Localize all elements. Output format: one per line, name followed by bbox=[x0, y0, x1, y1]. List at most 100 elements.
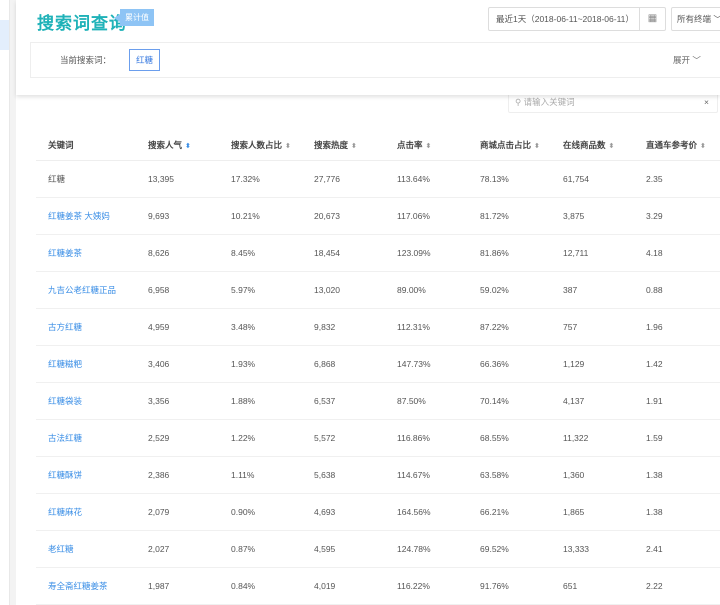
column-header: 关键词 bbox=[36, 130, 136, 161]
table-row: 红糖酥饼 2,386 1.11% 5,638 114.67% 63.58% 1,360 1.3… bbox=[36, 456, 720, 494]
table-cell: 20,673 bbox=[302, 197, 385, 235]
header-panel: 搜索词查询 累计值 最近1天（2018-06-11~2018-06-11） ▦ 所… bbox=[16, 0, 720, 95]
keyword-link[interactable]: 红糖糍粑 bbox=[48, 359, 82, 369]
table-cell: 13,395 bbox=[136, 160, 219, 198]
keyword-link[interactable]: 寿全斋红糖姜茶 bbox=[48, 581, 108, 591]
chevron-down-icon: ﹀ bbox=[692, 55, 701, 65]
sort-icon[interactable]: ⬍ bbox=[609, 143, 615, 150]
sort-icon[interactable]: ⬍ bbox=[185, 143, 191, 150]
column-header[interactable]: 在线商品数 ⬍ bbox=[551, 130, 634, 161]
search-placeholder: 请输入关键词 bbox=[523, 97, 575, 107]
table-cell: 112.31% bbox=[385, 308, 468, 346]
expand-button[interactable]: 展开 ﹀ bbox=[673, 54, 701, 66]
chevron-down-icon: ﹀ bbox=[713, 14, 720, 24]
column-header-label: 在线商品数 bbox=[563, 139, 606, 150]
table-cell: 2.41 bbox=[634, 530, 720, 568]
table-row: 古方红糖 4,959 3.48% 9,832 112.31% 87.22% 757 1.96 bbox=[36, 308, 720, 346]
keyword-link[interactable]: 古方红糖 bbox=[48, 322, 82, 332]
table-row: 红糖姜茶 8,626 8.45% 18,454 123.09% 81.86% 12,711 4… bbox=[36, 234, 720, 272]
table-cell: 0.84% bbox=[219, 567, 302, 605]
keyword-link[interactable]: 红糖酥饼 bbox=[48, 470, 82, 480]
table-cell: 6,958 bbox=[136, 271, 219, 309]
sort-icon[interactable]: ⬍ bbox=[700, 143, 706, 150]
table-cell: 13,333 bbox=[551, 530, 634, 568]
table-cell: 9,693 bbox=[136, 197, 219, 235]
table-cell: 81.72% bbox=[468, 197, 551, 235]
column-header[interactable]: 搜索人数占比 ⬍ bbox=[219, 130, 302, 161]
sort-icon[interactable]: ⬍ bbox=[285, 143, 291, 150]
table-cell: 387 bbox=[551, 271, 634, 309]
table-cell: 2,027 bbox=[136, 530, 219, 568]
current-keyword-chip[interactable]: 红糖 bbox=[129, 49, 160, 71]
column-header-label: 搜索人气 bbox=[148, 139, 183, 150]
table-cell: 1.91 bbox=[634, 382, 720, 420]
keyword-cell: 红糖袋装 bbox=[36, 382, 136, 420]
keyword-search-input[interactable]: ⚲ 请输入关键词 × bbox=[508, 92, 718, 113]
table-cell: 11,322 bbox=[551, 419, 634, 457]
table-cell: 10.21% bbox=[219, 197, 302, 235]
column-header-label: 商城点击占比 bbox=[480, 139, 532, 150]
table-cell: 3,356 bbox=[136, 382, 219, 420]
keyword-link[interactable]: 九吉公老红糖正品 bbox=[48, 285, 116, 295]
table-cell: 17.32% bbox=[219, 160, 302, 198]
cumulative-tag: 累计值 bbox=[114, 9, 154, 26]
table-cell: 2.22 bbox=[634, 567, 720, 605]
column-header[interactable]: 搜索热度 ⬍ bbox=[302, 130, 385, 161]
table-cell: 66.21% bbox=[468, 493, 551, 531]
column-header-label: 直通车参考价 bbox=[646, 139, 698, 150]
keyword-cell: 红糖糍粑 bbox=[36, 345, 136, 383]
expand-label: 展开 bbox=[673, 55, 691, 65]
table-cell: 757 bbox=[551, 308, 634, 346]
table-cell: 147.73% bbox=[385, 345, 468, 383]
table-cell: 1.22% bbox=[219, 419, 302, 457]
table-row: 红糖麻花 2,079 0.90% 4,693 164.56% 66.21% 1,865 1.3… bbox=[36, 493, 720, 531]
keyword-cell: 红糖酥饼 bbox=[36, 456, 136, 494]
table-cell: 1.38 bbox=[634, 493, 720, 531]
table-cell: 78.13% bbox=[468, 160, 551, 198]
keyword-cell: 红糖姜茶 大姨妈 bbox=[36, 197, 136, 235]
keyword-link[interactable]: 红糖麻花 bbox=[48, 507, 82, 517]
table-cell: 2,386 bbox=[136, 456, 219, 494]
table-cell: 1.59 bbox=[634, 419, 720, 457]
table-cell: 87.50% bbox=[385, 382, 468, 420]
table-cell: 116.22% bbox=[385, 567, 468, 605]
table-cell: 4,137 bbox=[551, 382, 634, 420]
table-cell: 0.88 bbox=[634, 271, 720, 309]
column-header[interactable]: 商城点击占比 ⬍ bbox=[468, 130, 551, 161]
table-row: 红糖糍粑 3,406 1.93% 6,868 147.73% 66.36% 1,129 1.4… bbox=[36, 345, 720, 383]
keyword-link[interactable]: 老红糖 bbox=[48, 544, 74, 554]
table-cell: 651 bbox=[551, 567, 634, 605]
column-header[interactable]: 点击率 ⬍ bbox=[385, 130, 468, 161]
table-cell: 1,865 bbox=[551, 493, 634, 531]
keyword-link[interactable]: 红糖姜茶 大姨妈 bbox=[48, 211, 110, 221]
table-cell: 18,454 bbox=[302, 234, 385, 272]
column-header[interactable]: 直通车参考价 ⬍ bbox=[634, 130, 720, 161]
date-range-picker[interactable]: 最近1天（2018-06-11~2018-06-11） ▦ bbox=[488, 7, 666, 31]
terminal-select[interactable]: 所有终端 ﹀ bbox=[671, 7, 720, 31]
keyword-link[interactable]: 红糖袋装 bbox=[48, 396, 82, 406]
table-cell: 0.90% bbox=[219, 493, 302, 531]
sort-icon[interactable]: ⬍ bbox=[351, 143, 357, 150]
table-cell: 66.36% bbox=[468, 345, 551, 383]
results-panel: ⚲ 请输入关键词 × 关键词 搜索人气 ⬍ 搜索人数占比 ⬍ 搜索热度 ⬍ 点击率 ⬍ 商城点击占比… bbox=[16, 92, 720, 605]
calendar-icon[interactable]: ▦ bbox=[639, 8, 665, 30]
table-cell: 4.18 bbox=[634, 234, 720, 272]
table-cell: 2,529 bbox=[136, 419, 219, 457]
keyword-link[interactable]: 古法红糖 bbox=[48, 433, 82, 443]
table-header-row: 关键词 搜索人气 ⬍ 搜索人数占比 ⬍ 搜索热度 ⬍ 点击率 ⬍ 商城点击占比 ⬍ 在线商品数 ⬍ 直通车… bbox=[36, 130, 720, 161]
keyword-cell: 红糖麻花 bbox=[36, 493, 136, 531]
table-cell: 89.00% bbox=[385, 271, 468, 309]
table-row: 古法红糖 2,529 1.22% 5,572 116.86% 68.55% 11,322 1.… bbox=[36, 419, 720, 457]
table-cell: 4,693 bbox=[302, 493, 385, 531]
keyword-link[interactable]: 红糖姜茶 bbox=[48, 248, 82, 258]
column-header-label: 搜索热度 bbox=[314, 139, 349, 150]
table-cell: 164.56% bbox=[385, 493, 468, 531]
clear-icon[interactable]: × bbox=[704, 93, 709, 112]
table-cell: 123.09% bbox=[385, 234, 468, 272]
keyword-cell: 古法红糖 bbox=[36, 419, 136, 457]
nav-active-item[interactable] bbox=[0, 20, 9, 50]
sort-icon[interactable]: ⬍ bbox=[426, 143, 432, 150]
sort-icon[interactable]: ⬍ bbox=[534, 143, 540, 150]
column-header[interactable]: 搜索人气 ⬍ bbox=[136, 130, 219, 161]
table-row: 寿全斋红糖姜茶 1,987 0.84% 4,019 116.22% 91.76% 651 2.… bbox=[36, 567, 720, 605]
